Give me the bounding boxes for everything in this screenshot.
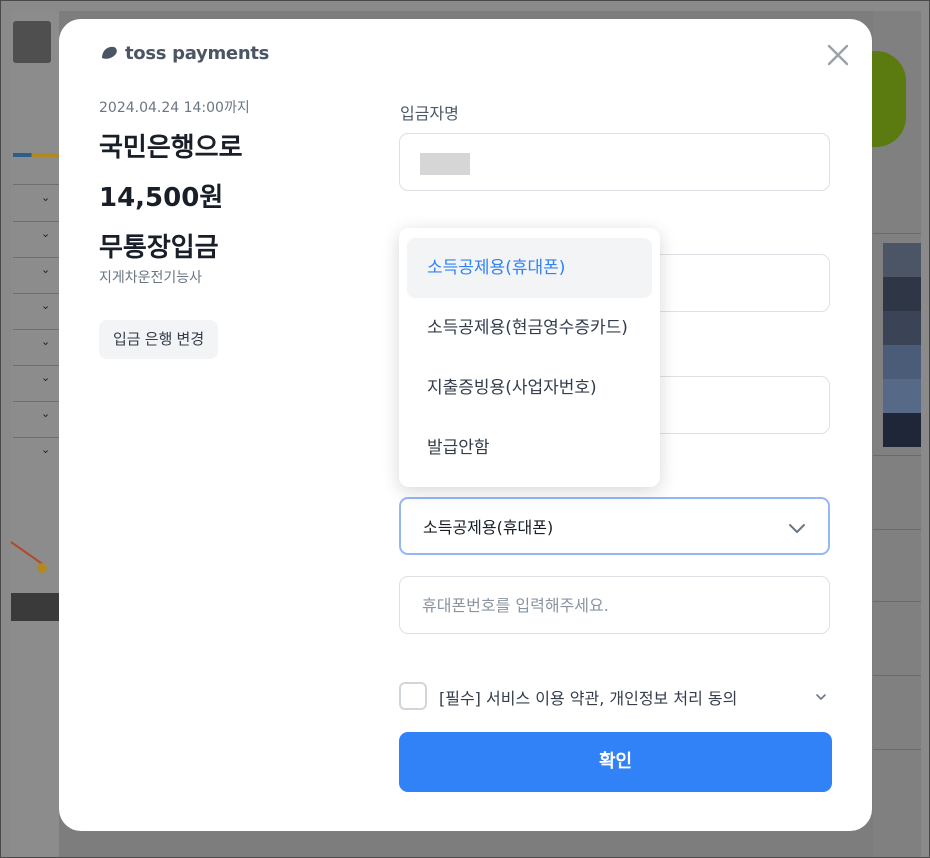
payment-modal: toss payments 2024.04.24 14:00까지 국민은행으로 …	[59, 19, 872, 831]
background-divider	[13, 184, 59, 185]
background-divider	[873, 749, 921, 750]
background-divider	[13, 437, 59, 438]
background-divider	[873, 233, 921, 234]
background-divider	[13, 329, 59, 330]
logo-text: toss payments	[125, 43, 270, 64]
payment-method: 무통장입금	[99, 233, 219, 263]
deposit-amount: 14,500원	[99, 183, 224, 213]
background-left-panel	[11, 11, 59, 857]
background-chart-dot	[37, 563, 47, 573]
close-icon[interactable]	[824, 41, 852, 69]
background-chevron-icon: ⌄	[41, 263, 51, 276]
background-divider	[873, 455, 921, 456]
dropdown-option[interactable]: 발급안함	[407, 418, 652, 478]
confirm-button[interactable]: 확인	[399, 732, 832, 792]
background-chevron-icon: ⌄	[41, 299, 51, 312]
depositor-name-field[interactable]	[399, 133, 830, 191]
background-chevron-icon: ⌄	[41, 227, 51, 240]
account-holder: 지게차운전기능사	[99, 270, 203, 286]
phone-number-input[interactable]: 휴대폰번호를 입력해주세요.	[399, 576, 830, 634]
deposit-deadline: 2024.04.24 14:00까지	[99, 100, 250, 116]
change-bank-button[interactable]: 입금 은행 변경	[99, 320, 219, 359]
background-divider	[13, 257, 59, 258]
deposit-summary: 국민은행으로 14,500원 무통장입금	[99, 123, 243, 273]
background-tile	[13, 21, 51, 63]
background-blurred-image	[883, 243, 921, 447]
chevron-down-icon	[789, 524, 805, 533]
bank-name: 국민은행으로	[99, 133, 243, 163]
background-divider	[13, 401, 59, 402]
background-chevron-icon: ⌄	[41, 335, 51, 348]
background-divider	[13, 221, 59, 222]
background-dark-bar	[11, 593, 59, 621]
phone-number-placeholder: 휴대폰번호를 입력해주세요.	[422, 596, 609, 615]
background-chevron-icon: ⌄	[41, 191, 51, 204]
dropdown-option-selected[interactable]: 소득공제용(휴대폰)	[407, 238, 652, 298]
toss-logo-icon	[102, 46, 117, 59]
receipt-type-dropdown: 소득공제용(휴대폰) 소득공제용(현금영수증카드) 지출증빙용(사업자번호) 발…	[399, 228, 660, 487]
receipt-type-select[interactable]: 소득공제용(휴대폰)	[399, 497, 830, 555]
background-bar	[13, 153, 59, 157]
masked-name	[420, 153, 470, 175]
depositor-name-label: 입금자명	[400, 104, 459, 123]
background-divider	[873, 529, 921, 530]
agreement-checkbox[interactable]	[399, 682, 427, 710]
terms-agreement[interactable]: [필수] 서비스 이용 약관, 개인정보 처리 동의	[399, 681, 830, 711]
agreement-label: [필수] 서비스 이용 약관, 개인정보 처리 동의	[439, 689, 738, 708]
dropdown-option[interactable]: 지출증빙용(사업자번호)	[407, 358, 652, 418]
receipt-type-value: 소득공제용(휴대폰)	[423, 518, 554, 537]
dropdown-option[interactable]: 소득공제용(현금영수증카드)	[407, 298, 652, 358]
chevron-down-icon[interactable]	[814, 690, 828, 704]
background-divider	[13, 365, 59, 366]
browser-frame: ⌄ ⌄ ⌄ ⌄ ⌄ ⌄ ⌄ ⌄ toss payments 2024.04.24…	[0, 0, 930, 858]
background-divider	[13, 293, 59, 294]
background-divider	[873, 601, 921, 602]
background-chevron-icon: ⌄	[41, 371, 51, 384]
toss-payments-logo: toss payments	[99, 43, 269, 64]
background-chevron-icon: ⌄	[41, 443, 51, 456]
background-chevron-icon: ⌄	[41, 407, 51, 420]
background-divider	[873, 675, 921, 676]
